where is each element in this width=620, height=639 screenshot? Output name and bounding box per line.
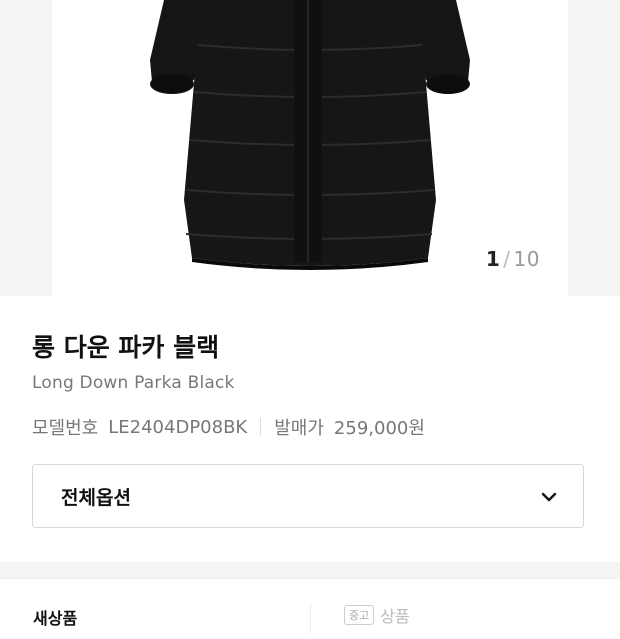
- model-number-label: 모델번호: [32, 418, 99, 439]
- model-number-value: LE2404DP08BK: [108, 416, 248, 438]
- image-counter: 1/10: [486, 247, 540, 271]
- release-price-label: 발매가: [274, 418, 324, 439]
- product-image[interactable]: 1/10: [52, 0, 568, 296]
- options-dropdown[interactable]: 전체옵션: [32, 464, 584, 528]
- product-image-gallery[interactable]: 1/10: [0, 0, 620, 296]
- product-meta: 모델번호 LE2404DP08BK 발매가 259,000원: [32, 414, 425, 440]
- product-title: 롱 다운 파카 블랙: [32, 333, 220, 362]
- image-counter-current: 1: [485, 247, 501, 271]
- condition-tabs: 새상품 중고 상품: [0, 578, 620, 639]
- image-counter-separator: /: [503, 247, 511, 271]
- chevron-down-icon: [541, 487, 557, 506]
- tab-divider: [310, 603, 311, 633]
- tab-used-product[interactable]: 중고 상품: [344, 603, 410, 627]
- options-dropdown-label: 전체옵션: [61, 486, 131, 509]
- product-subtitle: Long Down Parka Black: [32, 373, 235, 393]
- used-badge: 중고: [344, 605, 375, 625]
- image-counter-total: 10: [513, 247, 540, 271]
- tab-new-product[interactable]: 새상품: [33, 605, 77, 629]
- release-price-value: 259,000원: [333, 418, 425, 439]
- meta-divider: [260, 418, 262, 436]
- tab-used-label: 상품: [380, 607, 410, 626]
